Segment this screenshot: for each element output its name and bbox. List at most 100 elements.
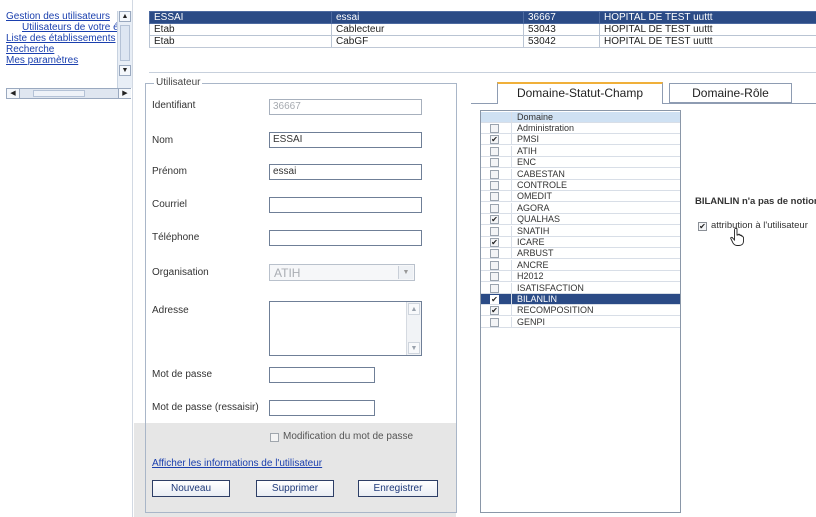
textarea-scrollbar[interactable]: ▲ ▼ <box>406 302 421 355</box>
divider <box>511 259 512 271</box>
domain-checkbox[interactable] <box>490 158 499 168</box>
list-item[interactable]: ✔ PMSI <box>481 134 680 146</box>
scroll-down-icon[interactable]: ▼ <box>408 342 420 354</box>
list-item[interactable]: Administration <box>481 123 680 134</box>
nom-field[interactable]: ESSAI <box>269 132 422 148</box>
list-item[interactable]: ATIH <box>481 145 680 157</box>
telephone-field[interactable] <box>269 230 422 246</box>
list-item[interactable]: ISATISFACTION <box>481 282 680 294</box>
table-cell: Cablecteur <box>331 23 524 36</box>
scroll-thumb[interactable] <box>120 25 130 61</box>
list-item[interactable]: ANCRE <box>481 259 680 271</box>
chevron-down-icon: ▼ <box>398 266 413 279</box>
list-item[interactable]: ✔ RECOMPOSITION <box>481 305 680 317</box>
divider <box>149 47 816 48</box>
table-row[interactable]: Etab Cablecteur 53043 HOPITAL DE TEST uu… <box>149 23 816 36</box>
organisation-value: ATIH <box>274 266 301 280</box>
divider <box>511 123 512 134</box>
divider <box>511 282 512 294</box>
list-item[interactable]: CONTROLE <box>481 180 680 191</box>
nav-link-mes-parametres[interactable]: Mes paramètres <box>6 55 78 66</box>
list-item[interactable]: AGORA <box>481 202 680 214</box>
divider <box>511 202 512 214</box>
nav-vertical-scrollbar[interactable]: ▲ ▼ <box>117 11 132 88</box>
password-label: Mot de passe <box>152 369 213 380</box>
scroll-thumb-horizontal[interactable] <box>33 90 85 97</box>
attribution-label: attribution à l'utilisateur <box>711 220 808 231</box>
courriel-field[interactable] <box>269 197 422 213</box>
domain-name: ENC <box>517 157 537 168</box>
domain-name: QUALHAS <box>517 214 561 225</box>
domain-checkbox[interactable]: ✔ <box>490 295 499 304</box>
attribution-checkbox[interactable]: ✔ <box>698 222 707 231</box>
domain-checkbox[interactable] <box>490 192 499 202</box>
domain-checkbox[interactable]: ✔ <box>490 135 499 145</box>
prenom-field[interactable]: essai <box>269 164 422 180</box>
modif-password-label: Modification du mot de passe <box>283 431 414 442</box>
domain-checkbox[interactable] <box>490 272 499 282</box>
nav-link-recherche[interactable]: Recherche <box>6 44 54 55</box>
domain-checkbox[interactable] <box>490 124 499 133</box>
domain-checkbox[interactable] <box>490 203 499 213</box>
list-item[interactable]: CABESTAN <box>481 168 680 180</box>
domain-name: OMEDIT <box>517 191 552 202</box>
divider <box>149 72 816 73</box>
password-confirm-field[interactable] <box>269 400 375 416</box>
list-item[interactable]: ENC <box>481 157 680 169</box>
table-cell: essai <box>331 11 524 24</box>
list-item[interactable]: ✔ BILANLIN <box>481 294 680 305</box>
list-item[interactable]: ✔ QUALHAS <box>481 214 680 226</box>
domain-checkbox[interactable] <box>490 181 499 190</box>
table-cell: HOPITAL DE TEST uuttt <box>599 35 816 48</box>
table-cell: 53043 <box>523 23 600 36</box>
domain-name: SNATIH <box>517 225 550 236</box>
domain-name: ISATISFACTION <box>517 282 584 293</box>
domain-name: AGORA <box>517 202 550 213</box>
password-confirm-label: Mot de passe (ressaisir) <box>152 402 259 413</box>
divider <box>511 316 512 328</box>
domain-checkbox[interactable]: ✔ <box>490 215 499 225</box>
tab-domaine-statut-champ[interactable]: Domaine-Statut-Champ <box>497 82 663 104</box>
scroll-left-icon[interactable]: ◀ <box>7 89 20 98</box>
list-item[interactable]: SNATIH <box>481 225 680 237</box>
enregistrer-button[interactable]: Enregistrer <box>358 480 438 497</box>
supprimer-button[interactable]: Supprimer <box>256 480 334 497</box>
domain-checkbox[interactable] <box>490 226 499 236</box>
show-user-info-link[interactable]: Afficher les informations de l'utilisate… <box>152 458 322 469</box>
list-item[interactable]: H2012 <box>481 271 680 283</box>
domain-checkbox[interactable] <box>490 317 499 327</box>
list-item[interactable]: GENPI <box>481 316 680 328</box>
domain-list-header: Domaine <box>481 112 680 123</box>
divider <box>511 134 512 146</box>
divider <box>511 305 512 317</box>
list-item[interactable]: OMEDIT <box>481 191 680 203</box>
scroll-down-icon[interactable]: ▼ <box>119 65 131 76</box>
scroll-up-icon[interactable]: ▲ <box>408 303 420 315</box>
divider <box>511 225 512 237</box>
divider <box>511 294 512 305</box>
domain-checkbox[interactable]: ✔ <box>490 238 499 247</box>
domain-checkbox[interactable] <box>490 146 499 156</box>
adresse-textarea[interactable]: ▲ ▼ <box>269 301 422 356</box>
password-field[interactable] <box>269 367 375 383</box>
table-row[interactable]: Etab CabGF 53042 HOPITAL DE TEST uuttt <box>149 35 816 48</box>
domain-checkbox[interactable] <box>490 260 499 270</box>
nav-link-liste-etablissements[interactable]: Liste des établissements <box>6 33 116 44</box>
scroll-up-icon[interactable]: ▲ <box>119 11 131 22</box>
nav-link-gestion-utilisateurs[interactable]: Gestion des utilisateurs <box>6 11 110 22</box>
domain-checkbox[interactable] <box>490 169 499 179</box>
domain-checkbox[interactable] <box>490 249 499 259</box>
nav-horizontal-scrollbar[interactable]: ◀ ▶ <box>6 88 131 99</box>
table-row[interactable]: ESSAI essai 36667 HOPITAL DE TEST uuttt <box>149 11 816 24</box>
scroll-right-icon[interactable]: ▶ <box>118 89 131 98</box>
organisation-label: Organisation <box>152 267 209 278</box>
list-item[interactable]: ✔ ICARE <box>481 237 680 248</box>
nouveau-button[interactable]: Nouveau <box>152 480 230 497</box>
tab-domaine-role[interactable]: Domaine-Rôle <box>669 83 792 103</box>
list-item[interactable]: ARBUST <box>481 248 680 260</box>
domain-checkbox[interactable]: ✔ <box>490 306 499 316</box>
domain-name: BILANLIN <box>517 294 558 304</box>
bilanlin-notice: BILANLIN n'a pas de notion de <box>695 196 816 207</box>
domain-checkbox[interactable] <box>490 283 499 293</box>
identifiant-field: 36667 <box>269 99 422 115</box>
